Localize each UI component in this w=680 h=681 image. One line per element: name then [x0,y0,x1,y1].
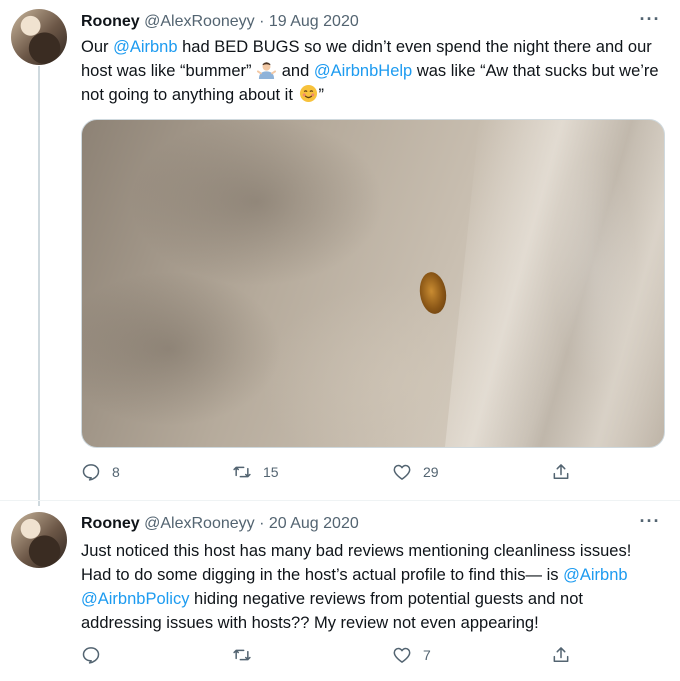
author-name[interactable]: Rooney [81,515,140,532]
tweet-actions: 7 [81,643,666,667]
reply-icon [82,464,100,481]
sheet-fold [444,120,664,447]
text-part: and [277,62,314,80]
reply-button[interactable]: 8 [81,460,120,484]
tweet-text: Our @Airbnb had BED BUGS so we didn’t ev… [81,35,666,107]
tweet-date[interactable]: 19 Aug 2020 [269,13,359,30]
man-shrugging-emoji-icon [257,60,277,79]
like-button[interactable]: 29 [392,460,439,484]
author-handle[interactable]: @AlexRooneyy [144,515,255,532]
tweet-actions: 8 15 29 [81,460,666,484]
more-horizontal-icon[interactable]: ··· [638,10,662,32]
heart-icon [393,464,411,480]
reply-button[interactable] [81,643,112,667]
author-handle[interactable]: @AlexRooneyy [144,13,255,30]
retweet-button[interactable]: 15 [232,460,279,484]
retweet-icon [233,649,251,661]
text-part: Just noticed this host has many bad revi… [81,542,632,584]
avatar[interactable] [11,512,67,568]
avatar[interactable] [11,9,67,65]
mention-link[interactable]: @AirbnbPolicy [81,590,189,608]
retweet-count: 15 [263,464,279,480]
share-button[interactable] [551,460,571,484]
bed-bug [417,270,449,316]
retweet-icon [233,466,251,478]
reply-count: 8 [112,464,120,480]
like-count: 7 [423,647,431,663]
mention-link[interactable]: @Airbnb [113,38,177,56]
mention-link[interactable]: @Airbnb [563,566,627,584]
retweet-button[interactable] [232,643,263,667]
share-icon [553,647,569,662]
more-horizontal-icon[interactable]: ··· [638,512,662,534]
tweet[interactable]: Rooney @AlexRooneyy · 19 Aug 2020 ··· Ou… [0,0,680,500]
tweet-photo[interactable] [81,119,665,448]
like-button[interactable]: 7 [392,643,431,667]
like-count: 29 [423,464,439,480]
author-name[interactable]: Rooney [81,13,140,30]
tweet[interactable]: Rooney @AlexRooneyy · 20 Aug 2020 ··· Ju… [0,500,680,681]
separator: · [259,13,265,30]
tweet-text: Just noticed this host has many bad revi… [81,539,666,635]
text-part: Our [81,38,114,56]
reply-icon [82,647,100,664]
share-icon [553,464,569,479]
text-part: ” [318,86,325,104]
mention-link[interactable]: @AirbnbHelp [314,62,412,80]
heart-icon [393,647,411,663]
tweet-header: Rooney @AlexRooneyy · 20 Aug 2020 [81,514,359,534]
tweet-header: Rooney @AlexRooneyy · 19 Aug 2020 [81,12,359,32]
tweet-date[interactable]: 20 Aug 2020 [269,515,359,532]
smiling-face-emoji-icon [299,84,318,103]
separator: · [259,515,265,532]
share-button[interactable] [551,643,571,667]
